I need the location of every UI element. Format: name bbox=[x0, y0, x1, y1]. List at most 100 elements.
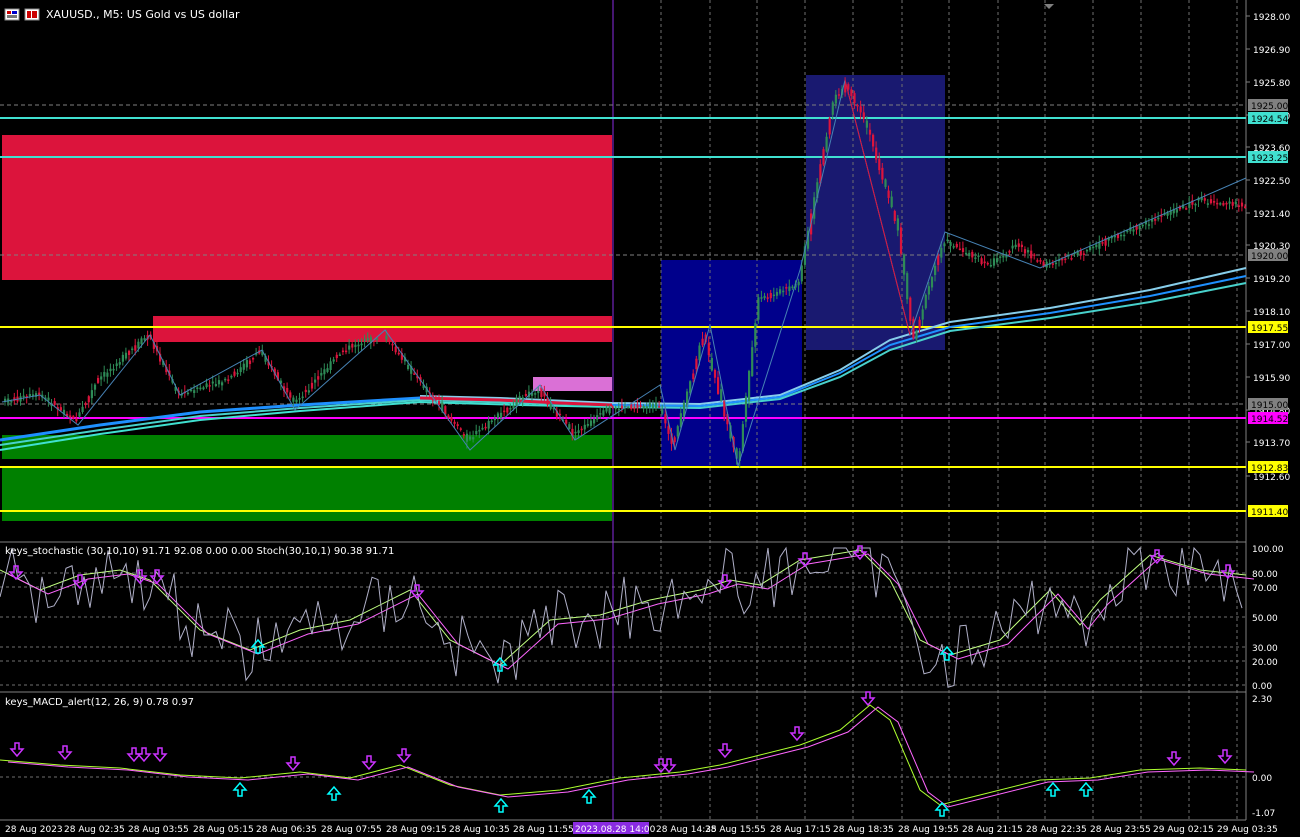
candle-body bbox=[109, 368, 112, 372]
support-zone-lower bbox=[2, 466, 612, 521]
candle-body bbox=[1039, 260, 1042, 262]
price-label-text: 1915.00 bbox=[1251, 401, 1288, 411]
candle-body bbox=[456, 424, 459, 427]
candle-body bbox=[329, 361, 332, 370]
candle-body bbox=[205, 383, 208, 388]
candle-body bbox=[748, 370, 751, 401]
candle-body bbox=[903, 254, 906, 275]
candle-body bbox=[487, 420, 490, 429]
candle-body bbox=[868, 129, 872, 135]
time-label: 29 Aug 02:15 bbox=[1153, 825, 1214, 835]
stoch-level-label: 0.00 bbox=[1252, 682, 1272, 692]
candle-body bbox=[930, 277, 934, 288]
candle-body bbox=[614, 407, 617, 410]
candle-body bbox=[785, 287, 788, 289]
candle-body bbox=[1054, 262, 1058, 265]
candle-body bbox=[757, 297, 760, 320]
candle-body bbox=[713, 369, 717, 378]
candle-body bbox=[593, 419, 596, 424]
candle-body bbox=[217, 380, 221, 385]
candle-body bbox=[772, 294, 775, 297]
candle-body bbox=[881, 167, 884, 180]
candle-body bbox=[710, 358, 713, 371]
chart-window-icon[interactable] bbox=[4, 8, 20, 21]
candle-body bbox=[196, 387, 199, 389]
time-label: 28 Aug 07:55 bbox=[321, 825, 382, 835]
time-label: 28 Aug 15:55 bbox=[705, 825, 766, 835]
candle-body bbox=[248, 360, 252, 364]
price-label-text: 1920.00 bbox=[1251, 252, 1288, 262]
candle-body bbox=[701, 338, 704, 346]
candle-body bbox=[97, 378, 100, 383]
candle-body bbox=[382, 333, 385, 337]
candle-body bbox=[341, 350, 345, 353]
candle-body bbox=[766, 297, 769, 299]
candle-body bbox=[875, 147, 878, 160]
candle-body bbox=[1027, 250, 1030, 253]
candle-body bbox=[1203, 198, 1206, 201]
candle-body bbox=[75, 418, 78, 422]
candle-body bbox=[1089, 246, 1092, 251]
candle-body bbox=[989, 264, 992, 267]
time-label: 28 Aug 19:55 bbox=[898, 825, 959, 835]
candle-body bbox=[583, 424, 586, 430]
time-label: 28 Aug 23:55 bbox=[1090, 825, 1151, 835]
candle-body bbox=[233, 371, 236, 376]
candle-body bbox=[633, 407, 636, 409]
candle-body bbox=[1175, 209, 1178, 213]
candle-body bbox=[602, 410, 605, 416]
candle-body bbox=[137, 341, 140, 349]
candle-body bbox=[1240, 202, 1244, 207]
candle-body bbox=[589, 420, 593, 426]
price-label-text: 1911.40 bbox=[1251, 508, 1288, 518]
candle-body bbox=[986, 262, 989, 265]
candle-body bbox=[800, 265, 803, 282]
candle-body bbox=[338, 354, 341, 356]
candle-body bbox=[574, 431, 577, 434]
time-label: 28 Aug 10:35 bbox=[449, 825, 510, 835]
candle-body bbox=[596, 415, 599, 420]
candle-body bbox=[1070, 258, 1073, 260]
stoch-level-label: 70.00 bbox=[1252, 584, 1278, 594]
chart-window-icon-2[interactable] bbox=[24, 8, 40, 21]
price-tick-label: 1918.10 bbox=[1253, 308, 1290, 318]
candle-body bbox=[924, 294, 927, 309]
candle-body bbox=[524, 393, 527, 396]
candle-body bbox=[996, 258, 999, 263]
candle-body bbox=[782, 290, 785, 293]
candle-body bbox=[909, 297, 912, 321]
stoch-level-label: 30.00 bbox=[1252, 644, 1278, 654]
candle-body bbox=[825, 136, 828, 152]
candle-body bbox=[906, 273, 909, 300]
candle-body bbox=[1147, 224, 1151, 226]
candle-body bbox=[143, 338, 146, 341]
price-tick-label: 1917.00 bbox=[1253, 341, 1290, 351]
candle-body bbox=[974, 257, 977, 259]
candle-body bbox=[301, 396, 304, 399]
candle-body bbox=[921, 309, 924, 320]
candle-body bbox=[59, 407, 62, 411]
candle-body bbox=[658, 406, 661, 408]
candle-body bbox=[518, 396, 521, 399]
price-chart-panel[interactable]: XAUUSD., M5: US Gold vs US dollar keys_s… bbox=[0, 0, 1300, 837]
candle-body bbox=[376, 338, 379, 340]
candle-body bbox=[639, 405, 642, 407]
candle-body bbox=[775, 292, 779, 296]
candle-body bbox=[1231, 202, 1234, 206]
candle-body bbox=[53, 401, 56, 405]
candle-body bbox=[121, 354, 124, 362]
candle-body bbox=[611, 406, 614, 408]
candle-body bbox=[955, 243, 958, 248]
candle-body bbox=[828, 117, 831, 135]
candle-body bbox=[72, 416, 75, 419]
candle-body bbox=[937, 255, 940, 265]
candle-body bbox=[1216, 202, 1219, 205]
candle-body bbox=[140, 338, 143, 345]
candle-body bbox=[850, 89, 853, 97]
price-tick-label: 1915.90 bbox=[1253, 374, 1290, 384]
candle-body bbox=[549, 403, 552, 409]
candle-body bbox=[345, 350, 348, 353]
candle-body bbox=[69, 415, 72, 418]
price-tick-label: 1926.90 bbox=[1253, 46, 1290, 56]
candle-body bbox=[1225, 202, 1228, 205]
